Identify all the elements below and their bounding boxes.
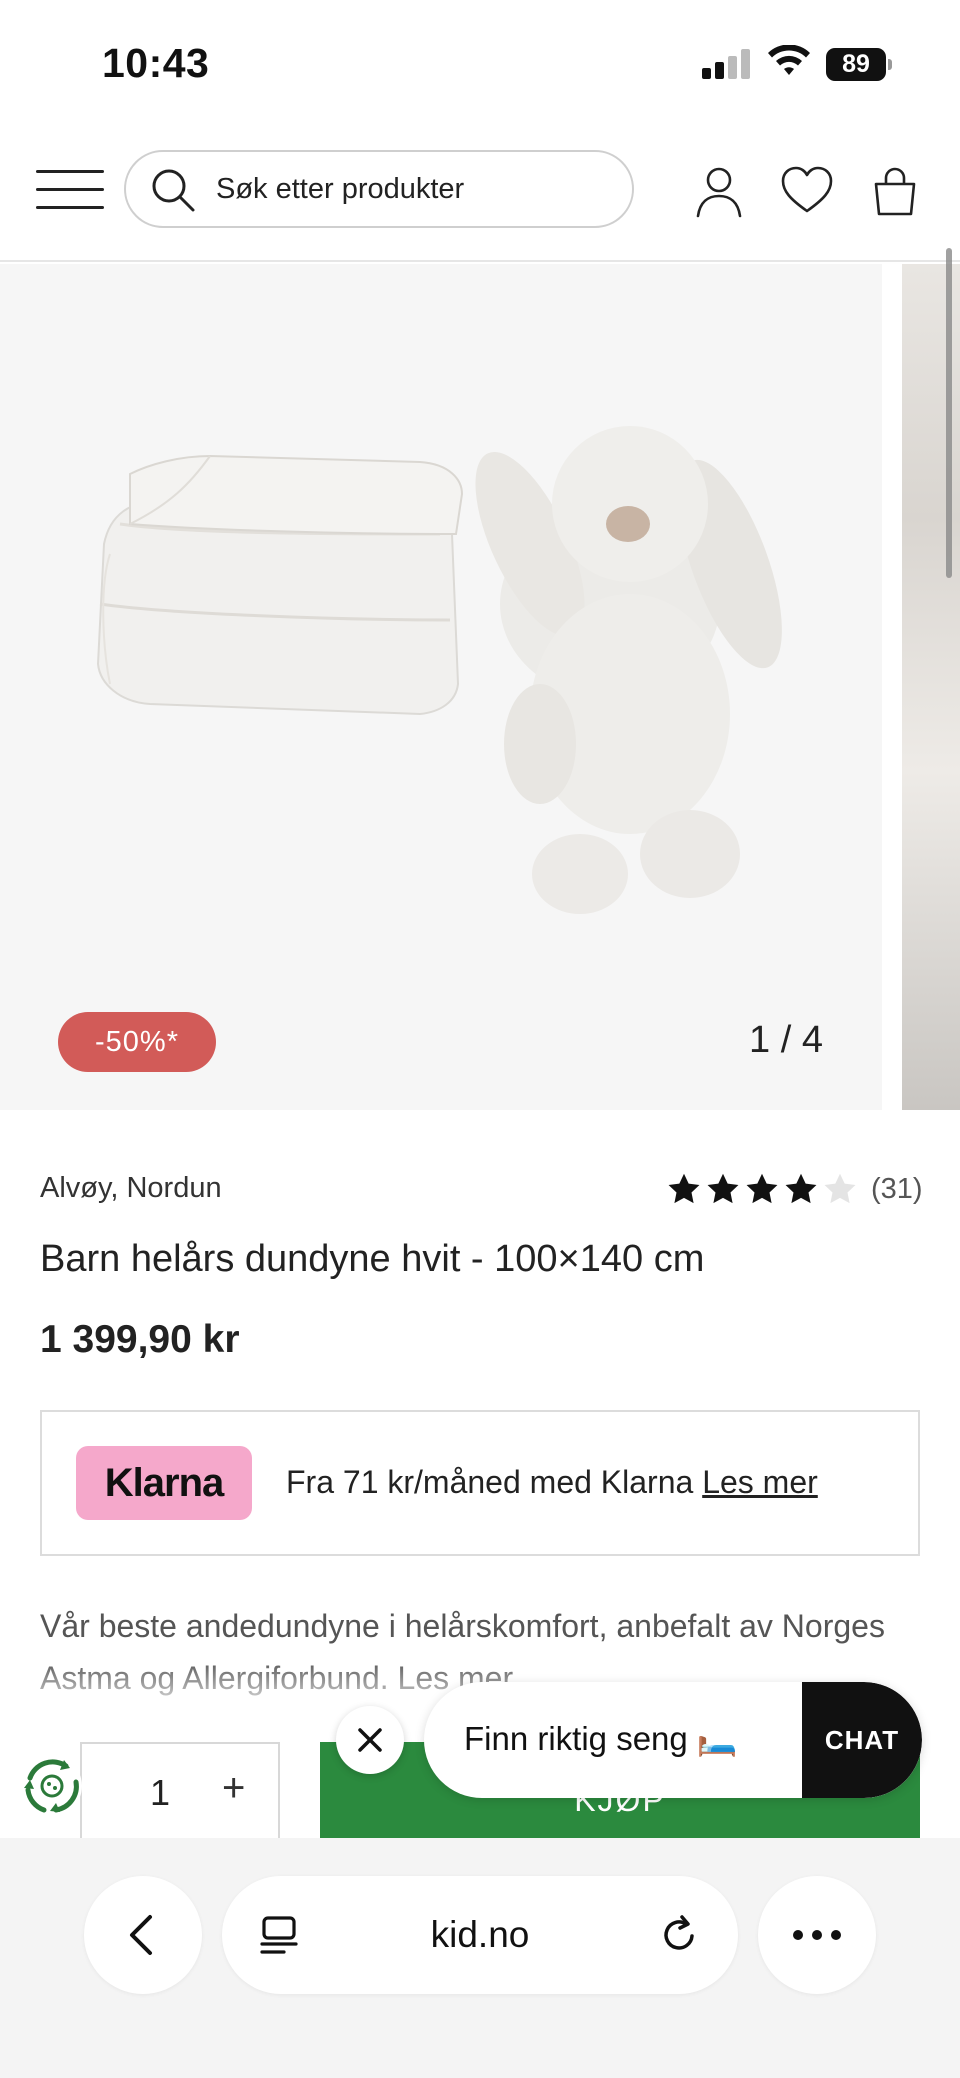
- star-filled-icon: [668, 1173, 700, 1204]
- klarna-financing: Klarna Fra 71 kr/måned med Klarna Les me…: [40, 1410, 920, 1556]
- status-time: 10:43: [102, 40, 210, 86]
- chat-button[interactable]: CHAT: [802, 1682, 922, 1798]
- rating-count: (31): [871, 1172, 923, 1205]
- quantity-value[interactable]: 1: [150, 1772, 170, 1814]
- shopping-bag-icon[interactable]: [868, 164, 922, 218]
- more-dots-icon: [793, 1930, 841, 1940]
- chevron-left-icon: [130, 1915, 152, 1955]
- wifi-icon: [768, 45, 810, 75]
- product-title: Barn helårs dundyne hvit - 100×140 cm: [40, 1238, 705, 1280]
- search-box[interactable]: [124, 150, 634, 228]
- search-input[interactable]: [216, 152, 616, 226]
- battery-icon: 89: [826, 48, 892, 81]
- battery-level: 89: [826, 48, 886, 81]
- account-icon[interactable]: [692, 164, 746, 218]
- address-bar[interactable]: kid.no: [222, 1876, 738, 1994]
- star-filled-icon: [785, 1173, 817, 1204]
- klarna-offer: Fra 71 kr/måned med Klarna: [286, 1464, 694, 1500]
- star-filled-icon: [746, 1173, 778, 1204]
- more-options-button[interactable]: [758, 1876, 876, 1994]
- discount-badge: -50%*: [58, 1012, 216, 1072]
- chat-prompt[interactable]: Finn riktig seng 🛏️: [464, 1720, 738, 1759]
- product-gallery[interactable]: -50%* 1 / 4: [0, 264, 960, 1110]
- product-image: [96, 426, 782, 914]
- klarna-read-more-link[interactable]: Les mer: [702, 1464, 818, 1500]
- menu-button[interactable]: [36, 168, 104, 212]
- product-price: 1 399,90 kr: [40, 1318, 240, 1361]
- cellular-signal-icon: [702, 49, 750, 79]
- product-rating[interactable]: (31): [666, 1168, 923, 1210]
- star-empty-icon: [824, 1173, 856, 1204]
- close-chat-prompt-icon[interactable]: [336, 1706, 404, 1774]
- quantity-stepper[interactable]: 1 +: [80, 1742, 280, 1838]
- page-scrollbar: [946, 248, 952, 578]
- recycle-eco-icon[interactable]: [14, 1748, 90, 1824]
- site-header: [0, 120, 960, 262]
- gallery-slide[interactable]: -50%* 1 / 4: [0, 264, 882, 1110]
- chat-widget[interactable]: Finn riktig seng 🛏️ CHAT: [424, 1682, 922, 1798]
- reload-icon[interactable]: [658, 1914, 700, 1956]
- browser-toolbar: kid.no: [0, 1838, 960, 2078]
- search-icon: [152, 169, 195, 212]
- product-brand[interactable]: Alvøy, Nordun: [40, 1172, 222, 1205]
- star-filled-icon: [707, 1173, 739, 1204]
- slide-counter: 1 / 4: [749, 1019, 823, 1061]
- klarna-text: Fra 71 kr/måned med Klarna Les mer: [286, 1464, 818, 1501]
- status-bar: 10:43 89: [0, 0, 960, 120]
- klarna-logo: Klarna: [76, 1446, 252, 1520]
- back-button[interactable]: [84, 1876, 202, 1994]
- quantity-increase-button[interactable]: +: [222, 1766, 245, 1811]
- heart-icon[interactable]: [780, 164, 834, 218]
